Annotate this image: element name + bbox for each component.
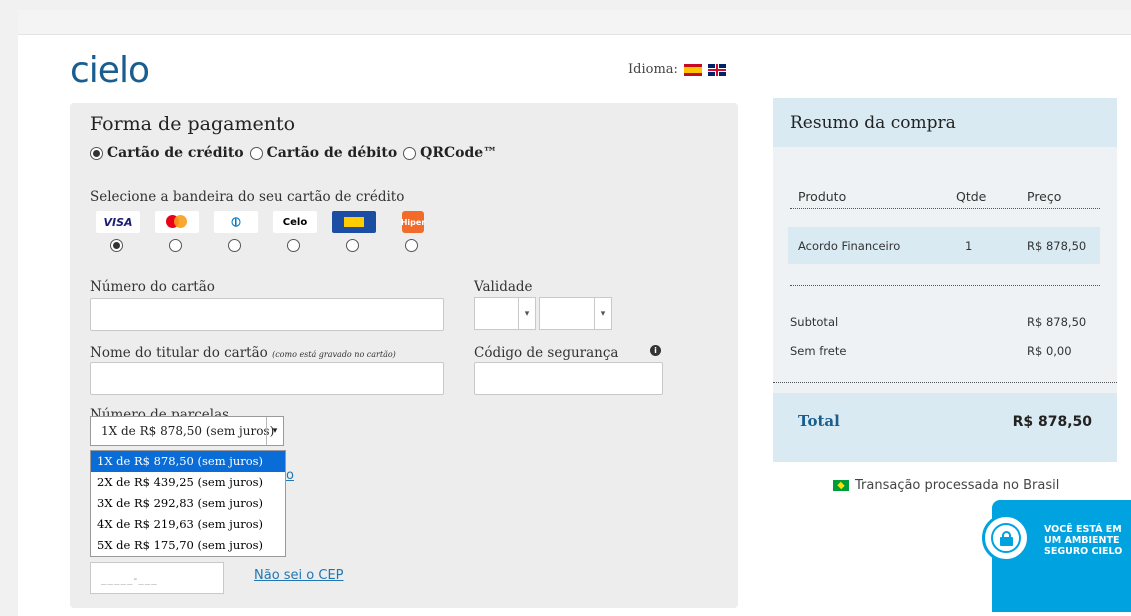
divider (790, 208, 1100, 209)
brand-visa[interactable]: VISA (96, 211, 140, 252)
subtotal-label: Subtotal (790, 315, 839, 329)
visa-icon: VISA (96, 211, 140, 233)
unknown-cep-link[interactable]: Não sei o CEP (254, 568, 344, 583)
item-price: R$ 878,50 (1027, 239, 1087, 253)
method-qrcode[interactable]: QRCode™ (403, 145, 497, 161)
hipercard-icon: Hiper (401, 211, 425, 233)
total-value: R$ 878,50 (1012, 414, 1092, 430)
installment-option[interactable]: 2X de R$ 439,25 (sem juros) (91, 472, 285, 493)
method-credit[interactable]: Cartão de crédito (90, 145, 244, 161)
aura-icon (332, 211, 376, 233)
method-debit[interactable]: Cartão de débito (249, 145, 397, 161)
item-qty: 1 (965, 239, 973, 253)
subtotal-value: R$ 878,50 (1027, 315, 1087, 329)
secure-badge-text: VOCÊ ESTÁ EM UM AMBIENTE SEGURO CIELO (1044, 524, 1123, 557)
installments-dropdown[interactable]: 1X de R$ 878,50 (sem juros) 2X de R$ 439… (90, 450, 286, 557)
payment-methods: Cartão de crédito Cartão de débito QRCod… (90, 145, 497, 161)
installment-option[interactable]: 3X de R$ 292,83 (sem juros) (91, 493, 285, 514)
radio-diners[interactable] (227, 239, 241, 252)
card-brands: VISA ⦶ Celo Hiper (96, 211, 435, 252)
info-icon[interactable]: i (650, 345, 661, 356)
holder-label: Nome do titular do cartão (como está gra… (90, 345, 396, 361)
language-label: Idioma: (628, 62, 678, 77)
brand-prompt: Selecione a bandeira do seu cartão de cr… (90, 189, 405, 205)
uk-flag-icon[interactable] (707, 63, 726, 76)
item-product: Acordo Financeiro (798, 239, 901, 253)
radio-qrcode[interactable] (403, 146, 417, 160)
expiry-label: Validade (474, 279, 533, 295)
brand-aura[interactable] (332, 211, 376, 252)
cep-input[interactable]: _____-___ (90, 562, 224, 594)
chevron-down-icon: ▾ (266, 417, 283, 445)
summary-title: Resumo da compra (790, 113, 956, 133)
total-row: Total R$ 878,50 (773, 393, 1117, 462)
installment-option[interactable]: 1X de R$ 878,50 (sem juros) (91, 451, 285, 472)
col-qty: Qtde (956, 189, 987, 204)
card-number-input[interactable] (90, 298, 444, 331)
expiry-month-select[interactable]: ▾ (474, 297, 536, 330)
cielo-logo: cielo (70, 50, 150, 91)
partially-hidden-link[interactable]: o (286, 468, 294, 483)
expiry-year-select[interactable]: ▾ (539, 297, 612, 330)
checkout-page: cielo Idioma: Forma de pagamento Cartão … (18, 10, 1131, 616)
secure-badge: VOCÊ ESTÁ EM UM AMBIENTE SEGURO CIELO (982, 500, 1131, 612)
chevron-down-icon: ▾ (594, 298, 611, 329)
padlock-icon (982, 514, 1030, 562)
mastercard-icon (155, 211, 199, 233)
summary-header: Resumo da compra (773, 98, 1117, 147)
installments-select[interactable]: 1X de R$ 878,50 (sem juros) ▾ (90, 416, 284, 446)
total-label: Total (798, 412, 840, 430)
installment-option[interactable]: 5X de R$ 175,70 (sem juros) (91, 535, 285, 556)
divider (790, 285, 1100, 286)
order-summary: Resumo da compra Produto Qtde Preço Acor… (773, 98, 1117, 462)
brand-hipercard[interactable]: Hiper (391, 211, 435, 252)
holder-name-input[interactable] (90, 362, 444, 395)
radio-visa[interactable] (109, 239, 123, 252)
shipping-value: R$ 0,00 (1027, 344, 1072, 358)
cvv-input[interactable] (474, 362, 663, 395)
processed-notice: Transação processada no Brasil (833, 478, 1059, 493)
holder-hint: (como está gravado no cartão) (272, 350, 396, 359)
installment-option[interactable]: 4X de R$ 219,63 (sem juros) (91, 514, 285, 535)
diners-icon: ⦶ (214, 211, 258, 233)
brazil-flag-icon (833, 480, 849, 491)
language-selector: Idioma: (628, 62, 726, 77)
payment-title: Forma de pagamento (90, 113, 296, 135)
elo-icon: Celo (273, 211, 317, 233)
col-product: Produto (798, 189, 847, 204)
radio-credit[interactable] (90, 146, 103, 160)
spain-flag-icon[interactable] (683, 63, 702, 76)
radio-aura[interactable] (345, 239, 359, 252)
radio-elo[interactable] (286, 239, 300, 252)
shipping-label: Sem frete (790, 344, 847, 358)
radio-debit[interactable] (249, 146, 263, 160)
divider (773, 382, 1117, 383)
col-price: Preço (1027, 189, 1062, 204)
card-number-label: Número do cartão (90, 279, 215, 295)
brand-diners[interactable]: ⦶ (214, 211, 258, 252)
brand-elo[interactable]: Celo (273, 211, 317, 252)
brand-mastercard[interactable] (155, 211, 199, 252)
radio-mastercard[interactable] (168, 239, 182, 252)
radio-hipercard[interactable] (404, 239, 418, 252)
chevron-down-icon: ▾ (518, 298, 535, 329)
cvv-label: Código de segurança (474, 345, 619, 361)
top-bar (18, 10, 1131, 35)
